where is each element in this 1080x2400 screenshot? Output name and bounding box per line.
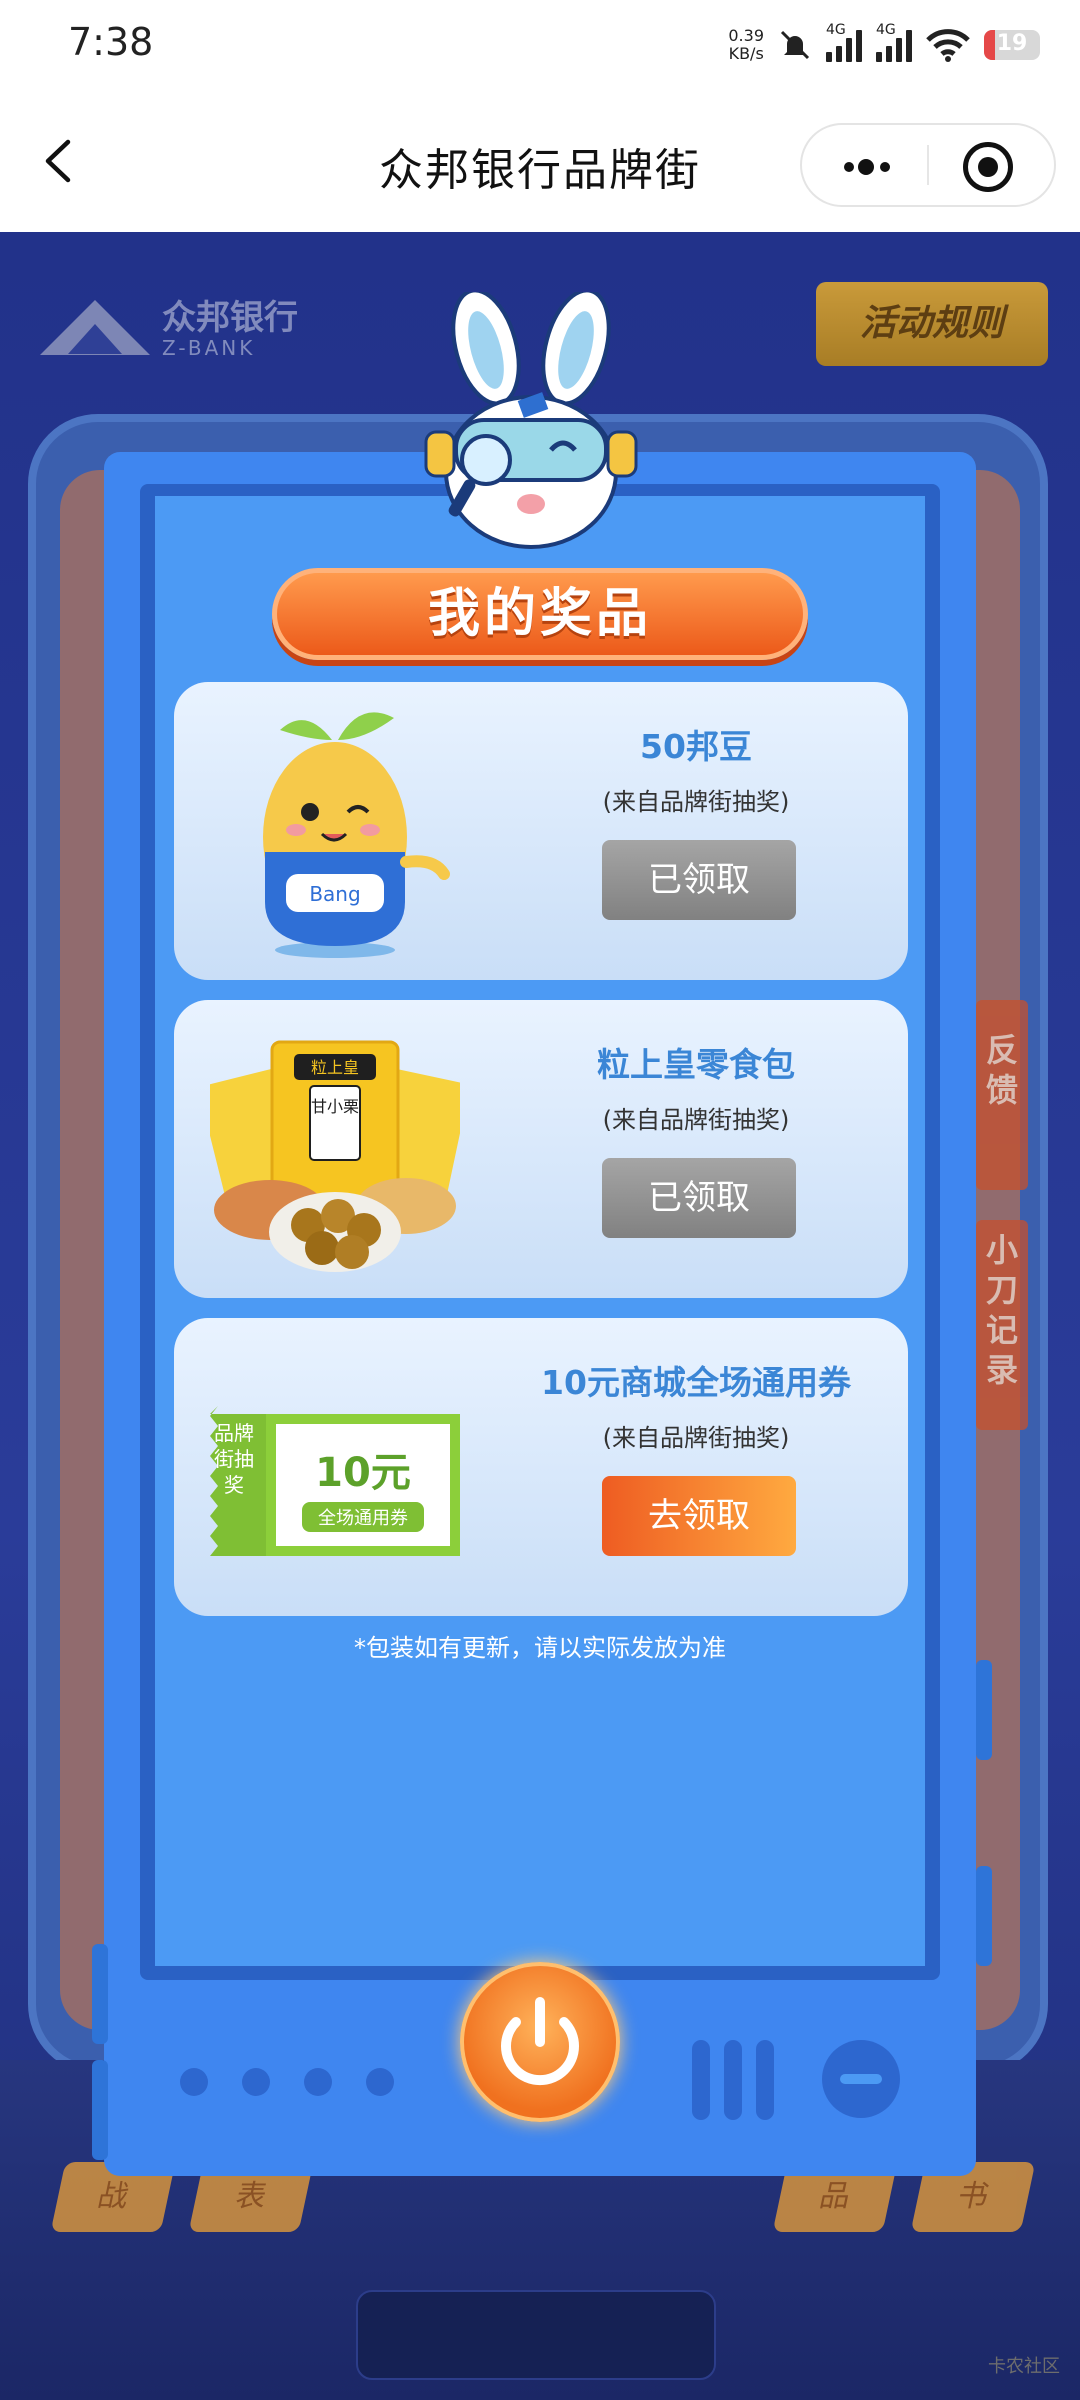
rabbit-mascot-icon xyxy=(424,292,638,549)
close-mini-program-button[interactable] xyxy=(932,133,1042,197)
bank-name: 众邦银行 xyxy=(162,298,298,338)
modal-title-banner: 我的奖品 xyxy=(272,568,808,660)
minus-icon xyxy=(822,2040,900,2118)
dot-icon xyxy=(844,162,854,172)
bean-mascot-image: Bang xyxy=(263,712,450,958)
coupon-tag: 品牌街抽奖 xyxy=(214,1421,254,1497)
dot-icon xyxy=(304,2068,332,2096)
status-bar: 7:38 0.39 KB/s 4G 4G 19 xyxy=(0,0,1080,90)
bank-logo: 众邦银行 Z-BANK xyxy=(40,300,298,360)
prize-name: 10元商城全场通用券 xyxy=(541,1363,851,1402)
signal-sim2-icon: 4G xyxy=(876,22,912,62)
dot-icon xyxy=(242,2068,270,2096)
signal-sim1-icon: 4G xyxy=(826,22,862,62)
power-icon xyxy=(501,1997,579,2085)
modal-side-handle xyxy=(92,2060,108,2160)
snack-brand-label: 粒上皇 xyxy=(311,1058,359,1077)
speaker-grille xyxy=(692,2040,774,2120)
modal-side-handle xyxy=(976,1866,992,1966)
modal-title: 我的奖品 xyxy=(427,584,652,644)
dot-icon xyxy=(858,159,874,175)
dot-icon xyxy=(366,2068,394,2096)
net-speed: 0.39 KB/s xyxy=(728,26,764,63)
dot-icon xyxy=(880,162,890,172)
nav-bar: 众邦银行品牌街 xyxy=(0,90,1080,232)
prize-name: 粒上皇零食包 xyxy=(597,1045,795,1084)
bank-name-en: Z-BANK xyxy=(162,336,256,360)
more-menu-button[interactable] xyxy=(812,133,922,197)
record-tab[interactable]: 小刀记录 xyxy=(976,1220,1028,1430)
dot-icon xyxy=(180,2068,208,2096)
modal-side-handle xyxy=(976,1660,992,1760)
feedback-tab[interactable]: 反馈 xyxy=(976,1000,1028,1190)
battery-icon: 19 xyxy=(984,30,1040,60)
prize-source: (来自品牌街抽奖) xyxy=(602,1106,790,1134)
snack-pack-image: 粒上皇 甘小栗 xyxy=(210,1040,460,1272)
claimed-button[interactable]: 已领取 xyxy=(602,840,796,920)
activity-rules-button[interactable]: 活动规则 xyxy=(816,282,1048,366)
prize-card: Bang 50邦豆 (来自品牌街抽奖) 已领取 xyxy=(174,682,908,980)
capsule-divider xyxy=(927,145,929,185)
mute-bell-icon xyxy=(780,30,810,60)
status-icons: 0.39 KB/s 4G 4G 19 xyxy=(728,20,1040,70)
prize-name: 50邦豆 xyxy=(640,727,752,766)
wifi-icon xyxy=(926,29,970,62)
snack-product-label: 甘小栗 xyxy=(311,1097,359,1116)
packaging-note: *包装如有更新，请以实际发放为准 xyxy=(354,1634,726,1662)
coupon-amount: 10元 xyxy=(315,1450,411,1496)
indicator-dots xyxy=(180,2068,394,2096)
mini-program-capsule xyxy=(800,123,1056,207)
prize-source: (来自品牌街抽奖) xyxy=(602,788,790,816)
modal-side-handle xyxy=(92,1944,108,2044)
prize-card: 粒上皇 甘小栗 粒上皇零食包 (来自品牌街抽奖) 已领取 xyxy=(174,1000,908,1298)
claim-button[interactable]: 去领取 xyxy=(602,1476,796,1556)
coupon-desc: 全场通用券 xyxy=(318,1508,408,1529)
status-time: 7:38 xyxy=(68,20,154,64)
apron-label: Bang xyxy=(309,882,360,906)
close-modal-button[interactable] xyxy=(460,1962,620,2122)
watermark: 卡农社区 xyxy=(988,2356,1060,2377)
bank-logo-mark xyxy=(40,300,150,360)
claimed-button[interactable]: 已领取 xyxy=(602,1158,796,1238)
prize-source: (来自品牌街抽奖) xyxy=(602,1424,790,1452)
prize-card: 10元 全场通用券 品牌街抽奖 10元商城全场通用券 (来自品牌街抽奖) 去领取 xyxy=(174,1318,908,1616)
prize-slot xyxy=(356,2290,716,2380)
